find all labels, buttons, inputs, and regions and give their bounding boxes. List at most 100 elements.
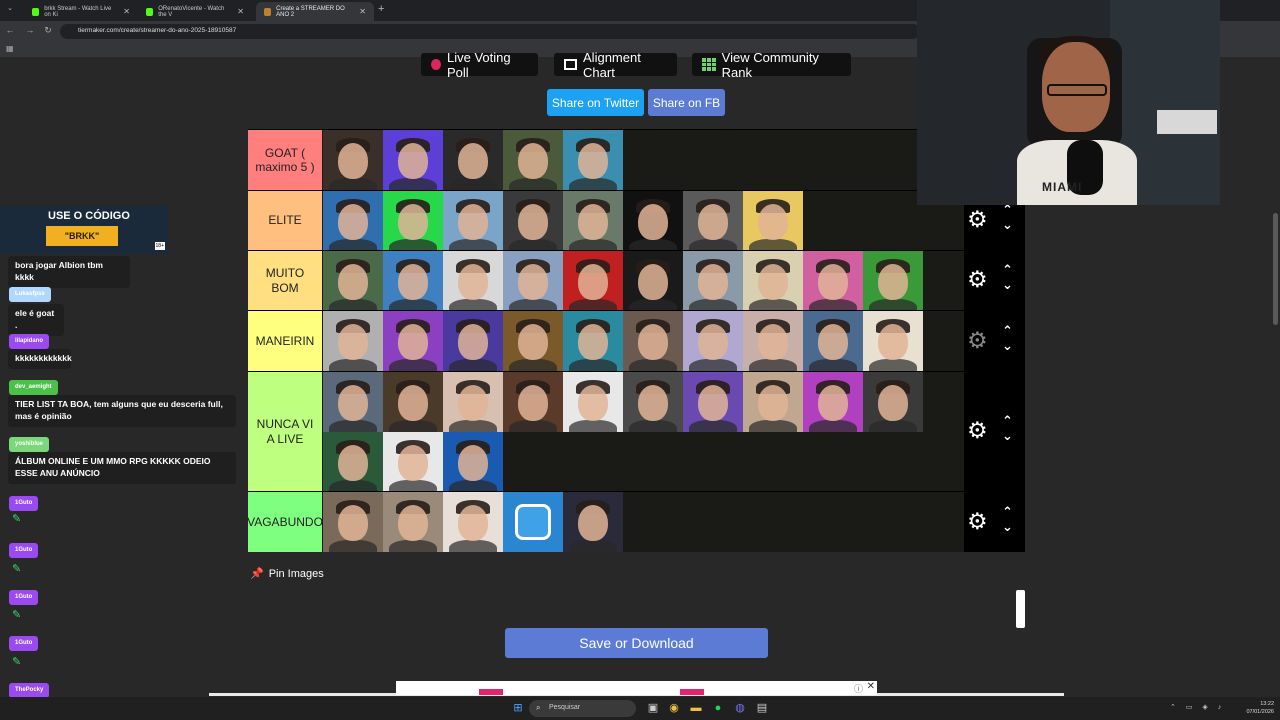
spotify-icon[interactable]: ● — [711, 701, 725, 715]
tier-item-image[interactable] — [383, 191, 443, 251]
tier-item-image[interactable] — [683, 372, 743, 432]
tier-item-image[interactable] — [383, 251, 443, 311]
tier-settings-gear-icon[interactable]: ⚙ — [967, 417, 988, 444]
reload-icon[interactable]: ↻ — [42, 25, 54, 36]
mini-scrollbar[interactable] — [1016, 590, 1025, 628]
tier-item-image[interactable] — [443, 130, 503, 190]
ad-banner[interactable]: ⓘ ✕ — [396, 681, 877, 695]
discord-icon[interactable]: ◍ — [733, 701, 747, 715]
chat-username[interactable]: dev_aemight — [9, 380, 58, 395]
tier-item-image[interactable] — [503, 492, 563, 552]
move-tier-down-icon[interactable]: ⌄ — [1002, 428, 1013, 444]
tier-item-image[interactable] — [563, 130, 623, 190]
windows-start-icon[interactable]: ⊞ — [511, 701, 525, 715]
tier-item-image[interactable] — [743, 251, 803, 311]
forward-arrow-icon[interactable]: → — [24, 25, 36, 35]
tier-item-image[interactable] — [803, 251, 863, 311]
tier-item-image[interactable] — [683, 311, 743, 371]
tier-label[interactable]: NUNCA VI A LIVE — [248, 372, 322, 491]
tier-item-image[interactable] — [503, 130, 563, 190]
tier-item-image[interactable] — [623, 372, 683, 432]
apps-grid-icon[interactable]: ▦ — [6, 44, 14, 53]
tier-item-image[interactable] — [323, 311, 383, 371]
tier-item-image[interactable] — [323, 432, 383, 492]
tab-brkk-stream[interactable]: brkk Stream - Watch Live on Ki ✕ — [24, 2, 138, 21]
chat-username[interactable]: yoshiblue — [9, 437, 50, 452]
tier-item-image[interactable] — [503, 191, 563, 251]
tab-tiermaker[interactable]: Create a STREAMER DO ANO 2 ✕ — [256, 2, 374, 21]
share-fb-button[interactable]: Share on FB — [648, 89, 725, 116]
tier-item-image[interactable] — [743, 191, 803, 251]
move-tier-up-icon[interactable]: ⌃ — [1002, 323, 1013, 339]
tier-label[interactable]: MUITO BOM — [248, 251, 322, 310]
tier-item-image[interactable] — [323, 251, 383, 311]
live-voting-poll-button[interactable]: Live Voting Poll — [421, 50, 538, 80]
move-tier-down-icon[interactable]: ⌄ — [1002, 217, 1013, 233]
tier-item-image[interactable] — [323, 130, 383, 190]
tier-item-image[interactable] — [683, 191, 743, 251]
chat-username[interactable]: 1Guto — [9, 590, 39, 605]
tier-item-image[interactable] — [563, 311, 623, 371]
tier-item-image[interactable] — [503, 372, 563, 432]
tier-item-image[interactable] — [443, 432, 503, 492]
move-tier-up-icon[interactable]: ⌃ — [1002, 262, 1013, 278]
share-twitter-button[interactable]: Share on Twitter — [547, 89, 644, 116]
tier-label[interactable]: MANEIRIN — [248, 311, 322, 371]
chat-username[interactable]: Lukasfpss — [9, 287, 51, 302]
tier-item-image[interactable] — [503, 251, 563, 311]
tier-item-image[interactable] — [863, 251, 923, 311]
chat-username[interactable]: 1Guto — [9, 543, 39, 558]
close-tab-icon[interactable]: ✕ — [359, 7, 366, 16]
pin-images-toggle[interactable]: 📌 Pin Images — [250, 567, 324, 581]
app-icon[interactable]: ▤ — [755, 701, 769, 715]
tier-item-image[interactable] — [383, 492, 443, 552]
page-scrollbar-thumb[interactable] — [1273, 213, 1278, 325]
tier-item-image[interactable] — [563, 251, 623, 311]
chrome-icon[interactable]: ◉ — [667, 701, 681, 715]
ad-info-icon[interactable]: ⓘ — [854, 682, 863, 695]
tier-item-image[interactable] — [563, 492, 623, 552]
tier-item-image[interactable] — [383, 432, 443, 492]
tier-item-image[interactable] — [443, 492, 503, 552]
tier-item-image[interactable] — [383, 372, 443, 432]
tier-item-image[interactable] — [623, 251, 683, 311]
move-tier-up-icon[interactable]: ⌃ — [1002, 504, 1013, 520]
tier-item-image[interactable] — [323, 492, 383, 552]
tier-item-image[interactable] — [323, 372, 383, 432]
tier-item-image[interactable] — [743, 372, 803, 432]
tier-settings-gear-icon[interactable]: ⚙ — [967, 508, 988, 535]
tier-item-image[interactable] — [503, 311, 563, 371]
tier-settings-gear-icon[interactable]: ⚙ — [967, 327, 988, 354]
folder-icon[interactable]: ▬ — [689, 701, 703, 715]
tier-settings-gear-icon[interactable]: ⚙ — [967, 206, 988, 233]
taskbar-search[interactable]: ⌕ Pesquisar — [529, 700, 636, 717]
view-community-rank-button[interactable]: View Community Rank — [692, 50, 851, 80]
tier-item-image[interactable] — [683, 251, 743, 311]
tier-item-image[interactable] — [803, 372, 863, 432]
tier-item-image[interactable] — [563, 372, 623, 432]
move-tier-down-icon[interactable]: ⌄ — [1002, 277, 1013, 293]
tier-item-image[interactable] — [443, 191, 503, 251]
url-field[interactable]: tiermaker.com/create/streamer-do-ano-202… — [60, 24, 920, 39]
task-view-icon[interactable]: ▣ — [646, 701, 660, 715]
alignment-chart-button[interactable]: Alignment Chart — [554, 50, 677, 80]
chat-username[interactable]: 1Guto — [9, 496, 39, 511]
tier-item-image[interactable] — [443, 311, 503, 371]
chat-username[interactable]: 1Guto — [9, 636, 39, 651]
ad-close-icon[interactable]: ✕ — [867, 681, 875, 692]
tier-item-image[interactable] — [623, 191, 683, 251]
tier-label[interactable]: GOAT ( maximo 5 ) — [248, 130, 322, 190]
tier-item-image[interactable] — [323, 191, 383, 251]
close-tab-icon[interactable]: ✕ — [237, 7, 244, 16]
tab-search-icon[interactable]: ⌄ — [4, 4, 16, 16]
tier-item-image[interactable] — [863, 372, 923, 432]
clock[interactable]: 13:22 07/01/2026 — [1246, 700, 1274, 717]
back-arrow-icon[interactable]: ← — [4, 25, 16, 35]
tier-item-image[interactable] — [743, 311, 803, 371]
tier-item-image[interactable] — [623, 311, 683, 371]
move-tier-up-icon[interactable]: ⌃ — [1002, 413, 1013, 429]
tier-item-image[interactable] — [863, 311, 923, 371]
close-tab-icon[interactable]: ✕ — [123, 7, 130, 16]
system-tray-icons[interactable]: ⌃ ▭ ◈ ♪ — [1170, 703, 1225, 711]
tier-item-image[interactable] — [443, 372, 503, 432]
